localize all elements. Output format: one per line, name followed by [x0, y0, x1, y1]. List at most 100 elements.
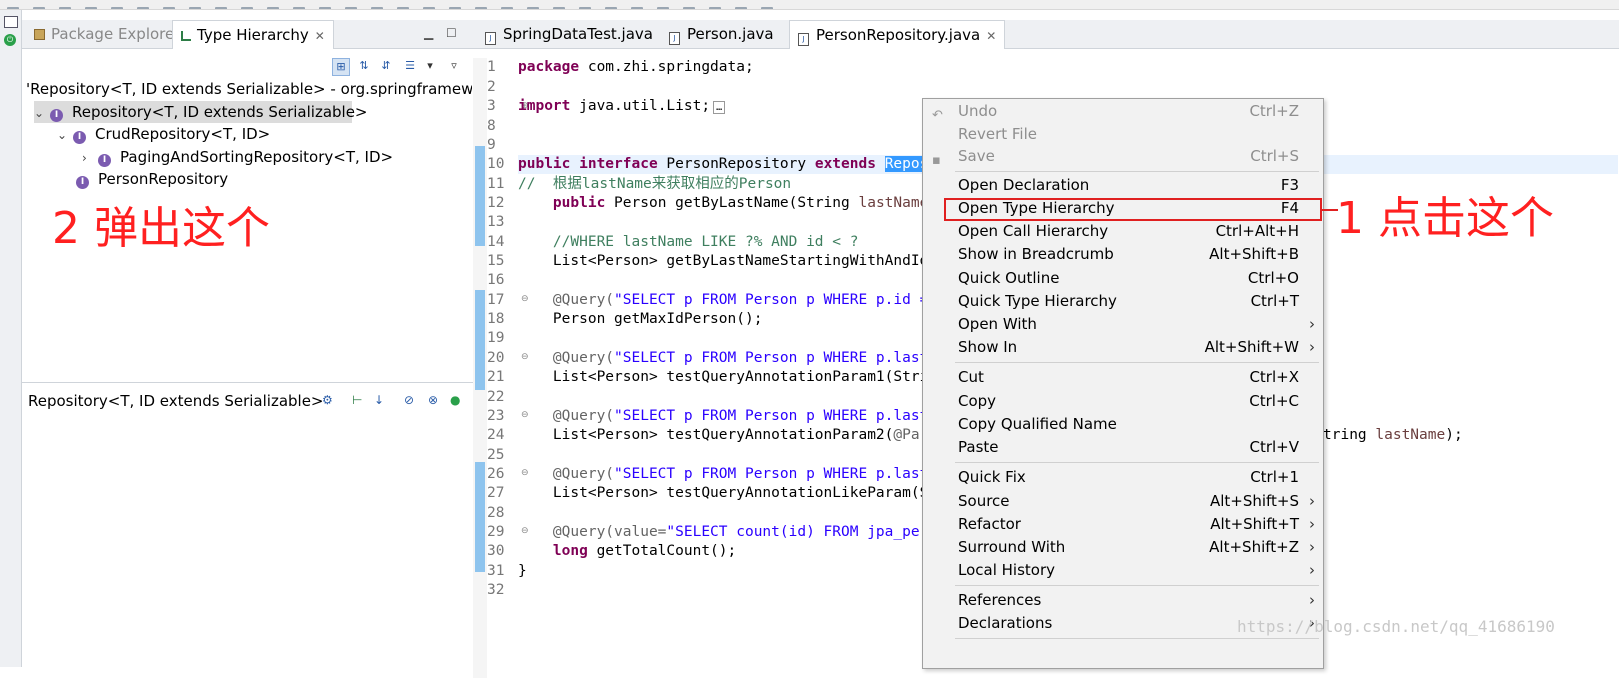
tab-label: Type Hierarchy [197, 26, 309, 44]
show-inherited-icon[interactable]: ⊢ [352, 393, 362, 407]
subtype-hierarchy-icon[interactable]: ⇵ [378, 58, 394, 74]
chevron-down-icon[interactable]: ⌄ [57, 124, 71, 146]
code-line: List<Person> testQueryAnnotationLikePara… [518, 485, 929, 501]
chevron-down-icon[interactable]: ▾ [422, 58, 438, 74]
tab-springdatatest[interactable]: J SpringDataTest.java [477, 20, 661, 48]
tree-item-repository[interactable]: ⌄ I Repository<T, ID extends Serializable> [34, 101, 368, 124]
java-file-icon: J [485, 32, 496, 45]
line-number: 16 [487, 272, 505, 288]
menu-item-open-with[interactable]: Open With › [923, 313, 1323, 336]
line-number: 18 [487, 311, 505, 327]
menu-separator [955, 362, 1319, 363]
menu-item-references[interactable]: References › [923, 589, 1323, 612]
sort-icon[interactable]: ↓ [374, 393, 384, 407]
tree-item-crudrepository[interactable]: ⌄ I CrudRepository<T, ID> [57, 123, 270, 145]
tab-type-hierarchy[interactable]: Type Hierarchy ✕ [172, 20, 334, 49]
menu-item-quick-type-hierarchy[interactable]: Quick Type Hierarchy Ctrl+T [923, 290, 1323, 313]
menu-item-quick-fix[interactable]: Quick Fix Ctrl+1 [923, 466, 1323, 489]
menu-item-revert-file[interactable]: Revert File [923, 123, 1323, 146]
type-hierarchy-view: Package Explorer Type Hierarchy ✕ ▁ ☐ ⊞ ⇅… [22, 10, 485, 667]
line-number: 30 [487, 543, 505, 559]
run-status-icon[interactable]: ⏻ [4, 34, 16, 46]
tab-package-explorer[interactable]: Package Explorer [26, 20, 188, 48]
line-number: 19 [487, 330, 505, 346]
line-number: 1 [487, 59, 496, 75]
package-icon [34, 29, 45, 40]
line-number: 23 [487, 408, 505, 424]
line-number: 10 [487, 156, 505, 172]
interface-icon: I [76, 176, 89, 189]
menu-item-surround-with[interactable]: Surround With Alt+Shift+Z › [923, 536, 1323, 559]
line-number: 8 [487, 118, 496, 134]
line-number: 27 [487, 485, 505, 501]
hierarchy-icon [181, 31, 191, 41]
tree-item-label: CrudRepository<T, ID> [95, 125, 271, 143]
minimize-icon[interactable]: ▁ [424, 26, 433, 40]
chevron-right-icon: › [1309, 591, 1315, 609]
code-line: @Query(value="SELECT count(id) FROM jpa_… [518, 524, 929, 540]
menu-item-copy[interactable]: Copy Ctrl+C [923, 390, 1323, 413]
close-icon[interactable]: ✕ [315, 29, 325, 43]
menu-item-local-history[interactable]: Local History › [923, 559, 1323, 582]
menu-separator [955, 638, 1319, 639]
menu-item-cut[interactable]: Cut Ctrl+X [923, 366, 1323, 389]
tree-item-label: PersonRepository [98, 170, 229, 188]
menu-item-refactor[interactable]: Refactor Alt+Shift+T › [923, 513, 1323, 536]
close-icon[interactable]: ✕ [986, 29, 996, 43]
line-number: 17 [487, 292, 505, 308]
maximize-icon[interactable]: ☐ [446, 26, 457, 40]
public-filter-icon[interactable]: ● [450, 393, 460, 407]
restore-icon[interactable] [4, 16, 18, 28]
supertype-hierarchy-icon[interactable]: ⇅ [356, 58, 372, 74]
code-line: @Query("SELECT p FROM Person p WHERE p.l… [518, 350, 929, 366]
menu-item-save[interactable]: ▪ Save Ctrl+S [923, 145, 1323, 168]
tree-item-personrepository[interactable]: I PersonRepository [62, 168, 228, 190]
hide-static-icon[interactable]: ⊗ [428, 393, 438, 407]
annotation-click-note: 1 点击这个 [1336, 193, 1554, 244]
menu-item-open-declaration[interactable]: Open Declaration F3 [923, 174, 1323, 197]
left-trim-bar: ⏻ [0, 10, 22, 667]
menu-separator [955, 171, 1319, 172]
menu-item-quick-outline[interactable]: Quick Outline Ctrl+O [923, 267, 1323, 290]
menu-item-paste[interactable]: Paste Ctrl+V [923, 436, 1323, 459]
line-number: 28 [487, 505, 505, 521]
overview-ruler [473, 58, 487, 678]
interface-icon: I [98, 154, 111, 167]
menu-item-show-in-breadcrumb[interactable]: Show in Breadcrumb Alt+Shift+B [923, 243, 1323, 266]
line-number: 15 [487, 253, 505, 269]
tab-person[interactable]: J Person.java [661, 20, 782, 48]
chevron-right-icon: › [1309, 492, 1315, 510]
code-line: Person getMaxIdPerson(); [518, 311, 763, 327]
folded-imports-icon[interactable]: … [713, 101, 726, 114]
line-number: 14 [487, 234, 505, 250]
tab-label: Package Explorer [51, 25, 181, 43]
menu-item-source[interactable]: Source Alt+Shift+S › [923, 490, 1323, 513]
tab-label: PersonRepository.java [816, 26, 981, 44]
tree-item-pagingandsortingrepository[interactable]: › I PagingAndSortingRepository<T, ID> [82, 146, 393, 168]
menu-item-show-in[interactable]: Show In Alt+Shift+W › [923, 336, 1323, 359]
menu-separator [955, 462, 1319, 463]
menu-item-undo[interactable]: ↶ Undo Ctrl+Z [923, 100, 1323, 123]
line-number: 21 [487, 369, 505, 385]
line-number: 32 [487, 582, 505, 598]
menu-separator [955, 585, 1319, 586]
lock-view-icon[interactable]: ⚙ [322, 393, 333, 407]
menu-item-copy-qualified-name[interactable]: Copy Qualified Name [923, 413, 1323, 436]
chevron-right-icon: › [1309, 515, 1315, 533]
type-hierarchy-mode-icon[interactable]: ⊞ [332, 58, 350, 76]
line-number: 25 [487, 447, 505, 463]
tab-personrepository[interactable]: J PersonRepository.java ✕ [789, 20, 1006, 49]
view-menu-icon[interactable]: ▿ [446, 58, 462, 74]
code-line: // 根据lastName来获取相应的Person [518, 176, 792, 192]
editor-tab-bar: J SpringDataTest.java J Person.java J Perso… [473, 20, 1619, 49]
menu-item-open-call-hierarchy[interactable]: Open Call Hierarchy Ctrl+Alt+H [923, 220, 1323, 243]
line-number: 11 [487, 176, 505, 192]
line-number: 13 [487, 214, 505, 230]
layout-icon[interactable]: ☰ [402, 58, 418, 74]
main-toolbar [0, 0, 1619, 10]
hide-fields-icon[interactable]: ⊘ [404, 393, 414, 407]
code-line: List<Person> testQueryAnnotationParam1(S… [518, 369, 929, 385]
chevron-down-icon[interactable]: ⌄ [34, 102, 48, 124]
code-line: List<Person> getByLastNameStartingWithAn… [518, 253, 929, 269]
chevron-right-icon[interactable]: › [82, 147, 96, 169]
